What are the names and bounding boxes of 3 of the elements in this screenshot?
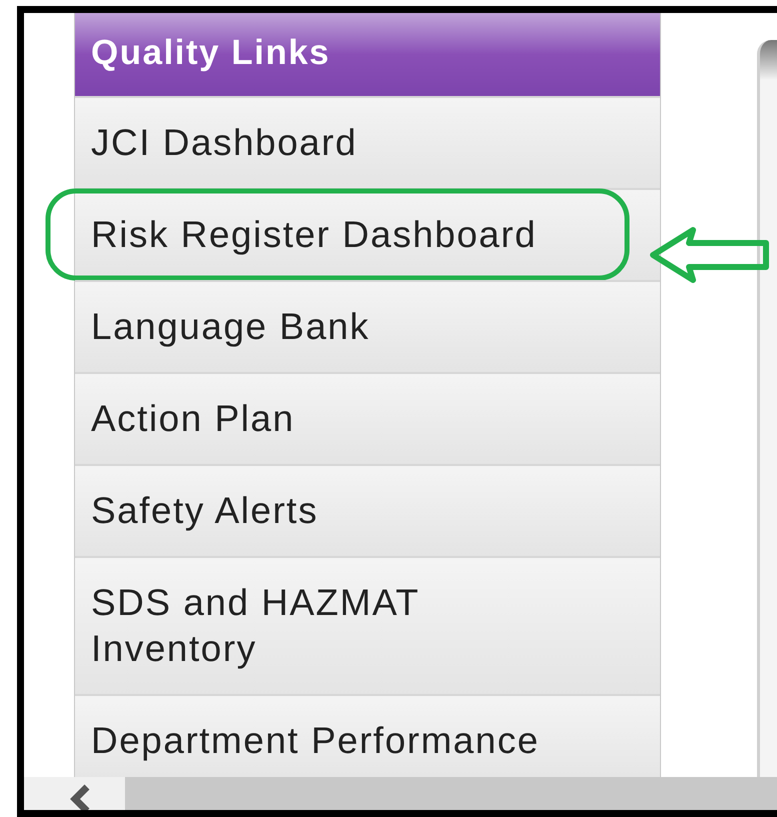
sidebar-title: Quality Links: [75, 13, 660, 96]
chevron-left-icon: [69, 784, 91, 810]
arrow-icon: [649, 226, 769, 284]
